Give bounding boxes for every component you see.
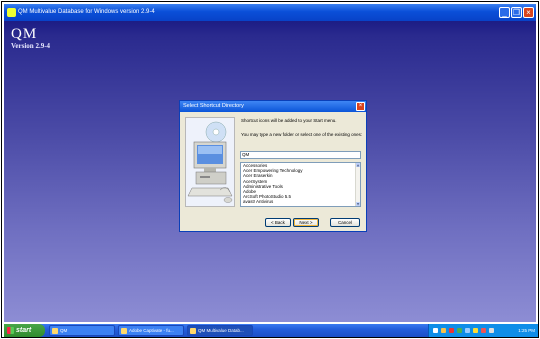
restore-icon[interactable]: ❐: [511, 7, 522, 18]
captivate-icon: [121, 328, 127, 334]
start-button[interactable]: start: [4, 324, 45, 337]
back-button[interactable]: < Back: [265, 218, 291, 227]
window-controls: _ ❐ ×: [499, 7, 534, 18]
taskbar-item-captivate[interactable]: Adobe Captivate - fu...: [118, 325, 184, 336]
list-scrollbar[interactable]: ▲ ▼: [355, 163, 360, 206]
alert-icon[interactable]: [481, 328, 486, 333]
taskbar-item-qm-database[interactable]: QM Multivalue Datab...: [187, 325, 253, 336]
update-icon[interactable]: [473, 328, 478, 333]
dialog-title: Select Shortcut Directory: [183, 103, 244, 109]
folder-icon: [52, 328, 58, 334]
security-icon[interactable]: [457, 328, 462, 333]
app-title: QM Multivalue Database for Windows versi…: [18, 9, 155, 15]
dialog-message-1: Shortcut icons will be added to your Sta…: [241, 118, 337, 123]
dialog-close-icon[interactable]: ×: [356, 102, 365, 111]
battery-icon[interactable]: [489, 328, 494, 333]
next-button[interactable]: Next >: [293, 218, 319, 227]
dialog-titlebar[interactable]: Select Shortcut Directory ×: [180, 101, 366, 112]
minimize-icon[interactable]: _: [499, 7, 510, 18]
network-icon[interactable]: [433, 328, 438, 333]
taskbar-item-qm[interactable]: QM: [49, 325, 115, 336]
scroll-down-icon[interactable]: ▼: [356, 202, 360, 206]
list-item[interactable]: avast! Antivirus: [241, 199, 360, 204]
task-label: Adobe Captivate - fu...: [129, 328, 174, 333]
computer-illustration: [185, 117, 235, 207]
cancel-button[interactable]: Cancel: [330, 218, 360, 227]
start-label: start: [16, 327, 32, 334]
app-name: QM: [11, 26, 38, 42]
antivirus-icon[interactable]: [449, 328, 454, 333]
app-icon: [190, 328, 196, 334]
shield-icon[interactable]: [441, 328, 446, 333]
scroll-up-icon[interactable]: ▲: [356, 163, 360, 167]
clock: 1:25 PM: [518, 328, 535, 333]
close-icon[interactable]: ×: [523, 7, 534, 18]
app-version: Version 2.9-4: [11, 42, 51, 50]
task-label: QM: [60, 328, 68, 333]
screen-frame: QM Multivalue Database for Windows versi…: [1, 1, 539, 338]
app-window: QM Multivalue Database for Windows versi…: [4, 4, 536, 322]
shortcut-dialog: Select Shortcut Directory × Shortcut ico…: [179, 100, 367, 232]
folder-name-input[interactable]: QM: [240, 151, 361, 159]
system-tray: 1:25 PM: [428, 324, 538, 337]
dialog-message-2: You may type a new folder or select one …: [241, 132, 363, 137]
app-icon: [7, 8, 16, 17]
folder-list[interactable]: Accessories Acer Empowering Technology A…: [240, 162, 361, 207]
app-titlebar[interactable]: QM Multivalue Database for Windows versi…: [4, 4, 536, 21]
task-label: QM Multivalue Datab...: [198, 328, 244, 333]
volume-icon[interactable]: [465, 328, 470, 333]
windows-logo-icon: [7, 327, 14, 334]
taskbar: start QM Adobe Captivate - fu... QM Mult…: [4, 324, 538, 337]
